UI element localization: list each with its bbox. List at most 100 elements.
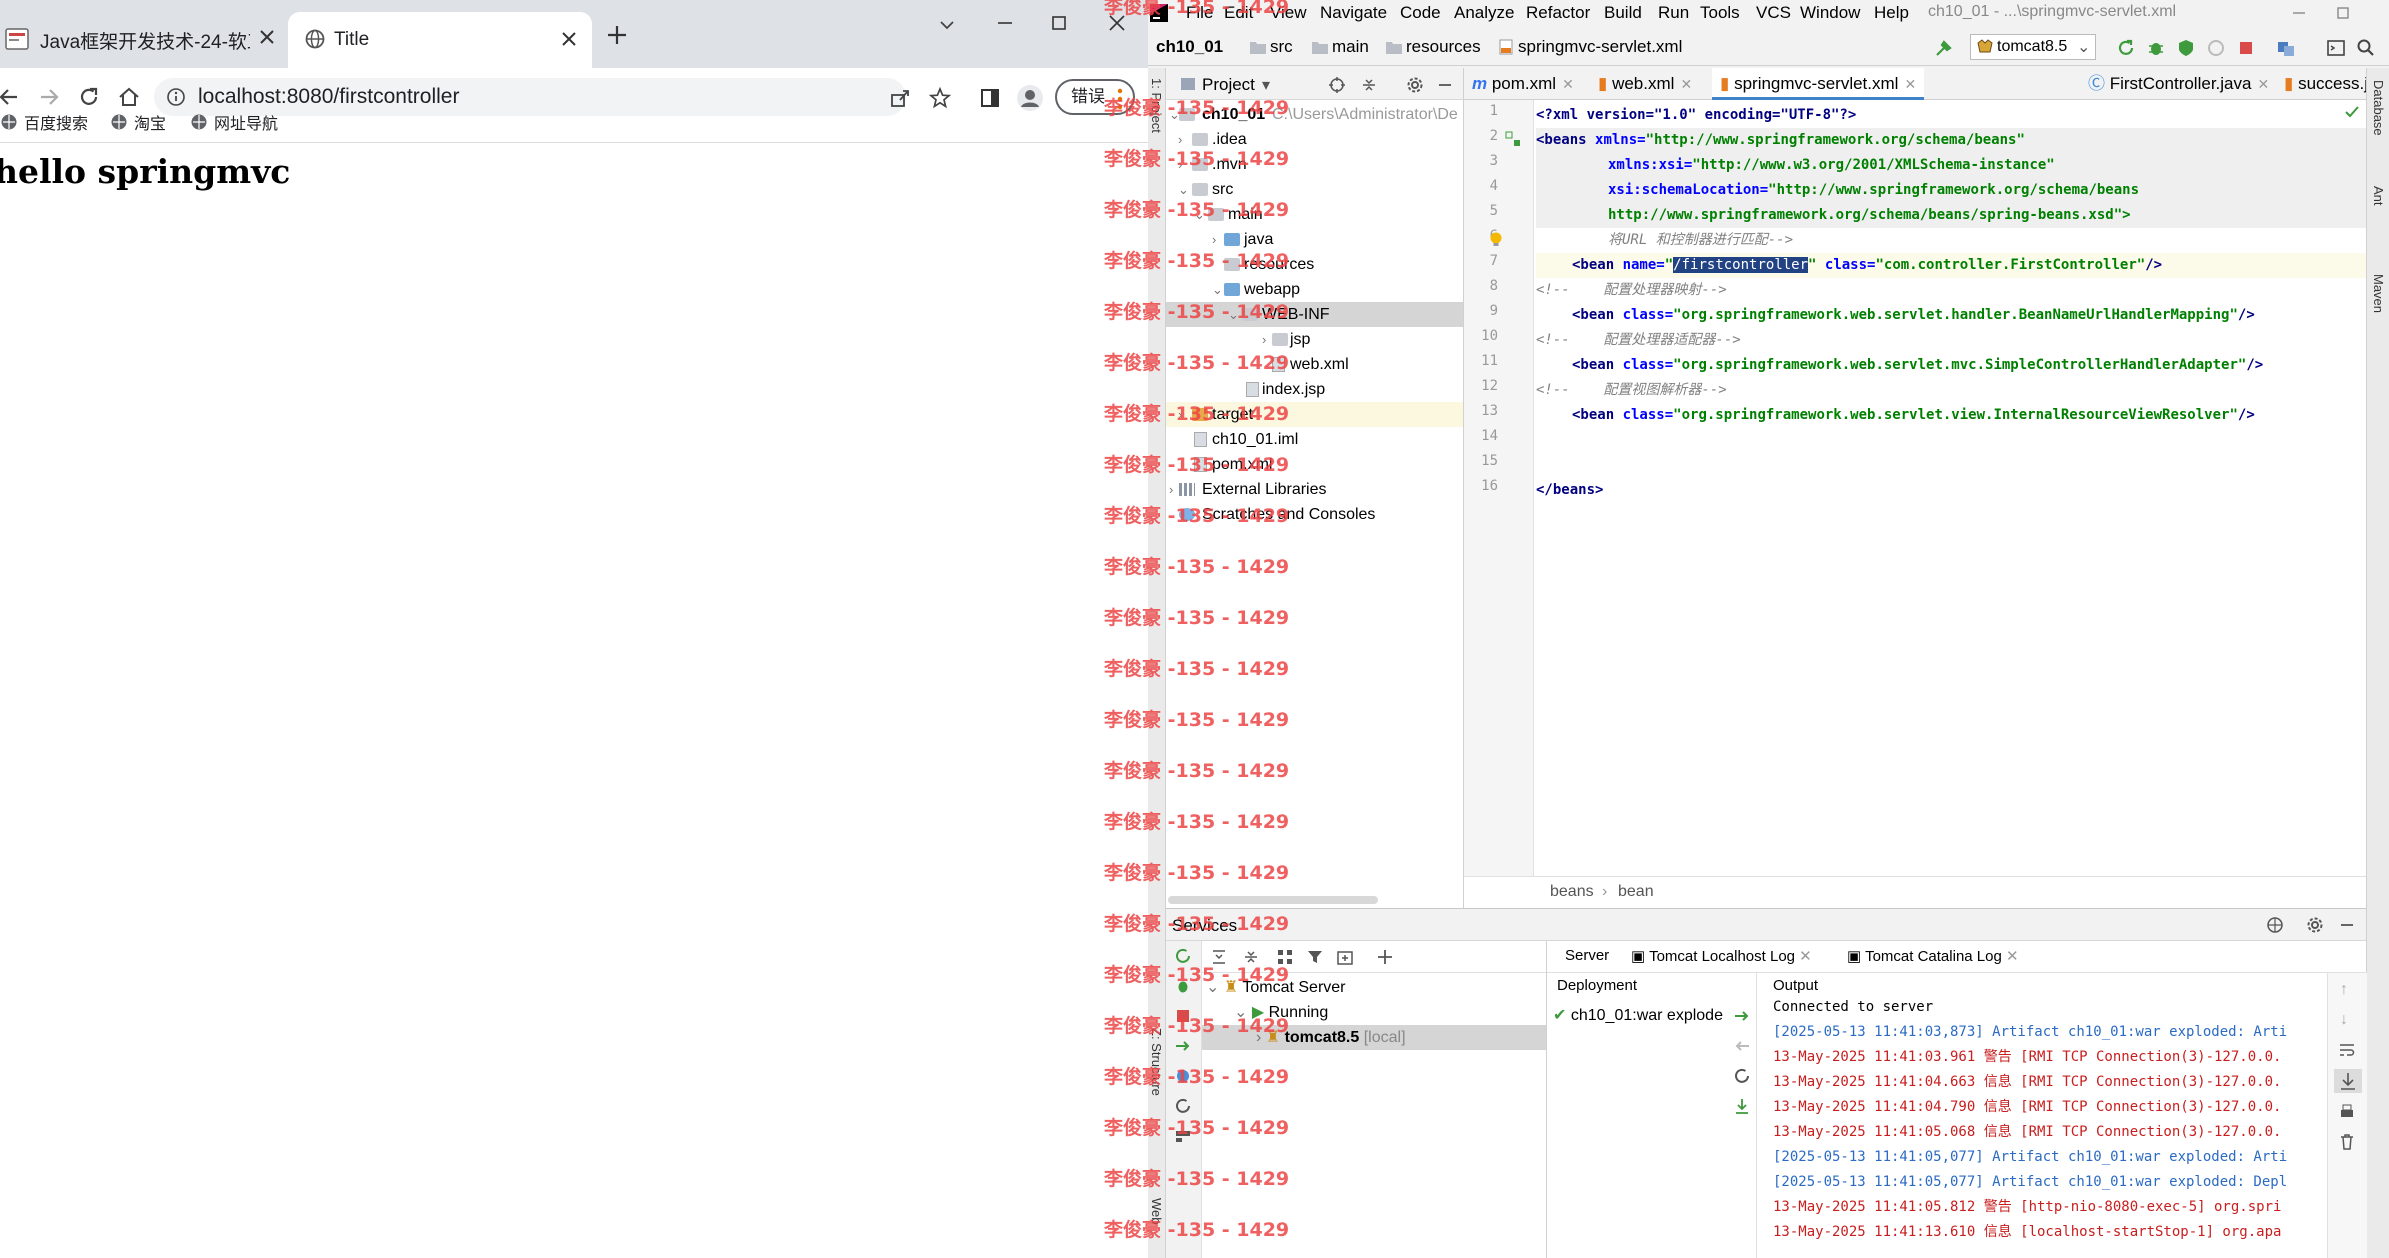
menu-file[interactable]: File xyxy=(1186,3,1213,23)
menu-dots-icon[interactable] xyxy=(1116,88,1124,110)
group-icon[interactable] xyxy=(1276,948,1294,966)
close-tab-icon[interactable]: ✕ xyxy=(1680,76,1692,92)
globe-icon[interactable] xyxy=(2266,916,2284,934)
profile-run-icon[interactable] xyxy=(2206,38,2226,58)
browser-tab-course[interactable]: Java框架开发技术-24-软工-3班 xyxy=(0,12,284,68)
tree-item-tomcat-server[interactable]: ⌄ ♜ Tomcat Server xyxy=(1206,975,1346,1000)
tree-item-external-libraries[interactable]: › External Libraries xyxy=(1166,477,1463,502)
expand-all-icon[interactable] xyxy=(1210,948,1228,966)
chevron-down-icon[interactable] xyxy=(936,14,958,36)
stop-icon[interactable] xyxy=(1174,1007,1192,1025)
rerun-icon[interactable] xyxy=(1174,947,1192,965)
deployment-item[interactable]: ✔ ch10_01:war explode xyxy=(1553,1005,1733,1025)
minimize-icon[interactable] xyxy=(2290,4,2308,22)
forward-arrow-icon[interactable] xyxy=(36,84,62,110)
tree-item-jsp[interactable]: › jsp xyxy=(1166,327,1463,352)
new-tab-icon[interactable] xyxy=(604,22,630,48)
lightbulb-icon[interactable] xyxy=(1488,231,1504,249)
undeploy-icon[interactable] xyxy=(1733,1037,1751,1055)
tab-catalina-log[interactable]: ▣ Tomcat Catalina Log ✕ xyxy=(1847,947,2019,965)
tree-item-pom[interactable]: pom.xml xyxy=(1166,452,1463,477)
close-tab-icon[interactable] xyxy=(558,28,580,50)
maximize-icon[interactable] xyxy=(2334,4,2352,22)
add-icon[interactable] xyxy=(1376,948,1394,966)
close-tab-icon[interactable]: ✕ xyxy=(1562,76,1574,92)
refresh-icon[interactable] xyxy=(1733,1067,1751,1085)
web-tool-tab[interactable]: Web xyxy=(1149,1198,1164,1225)
refresh-icon[interactable] xyxy=(1174,1097,1192,1115)
print-icon[interactable] xyxy=(2338,1103,2356,1121)
editor-tab-success-jsp[interactable]: ▮ success.jsp✕ xyxy=(2284,68,2366,100)
menu-navigate[interactable]: Navigate xyxy=(1320,3,1387,23)
arrow-up-icon[interactable]: ↑ xyxy=(2340,981,2348,999)
profile-avatar-icon[interactable] xyxy=(1016,84,1044,112)
deploy-icon[interactable] xyxy=(1174,1037,1192,1055)
editor-tab-controller[interactable]: Ⓒ FirstController.java ✕ xyxy=(2088,68,2269,100)
collapse-all-icon[interactable] xyxy=(1360,76,1378,94)
bookmark-taobao[interactable]: 淘宝 xyxy=(110,110,166,134)
arrow-down-icon[interactable]: ↓ xyxy=(2340,1011,2348,1029)
run-config-select[interactable]: tomcat8.5 ⌄ xyxy=(1970,34,2096,60)
tree-item-root[interactable]: ⌄ ch10_01 C:\Users\Administrator\De xyxy=(1166,102,1463,127)
menu-analyze[interactable]: Analyze xyxy=(1454,3,1514,23)
menu-help[interactable]: Help xyxy=(1874,3,1909,23)
tree-item-mvn[interactable]: › .mvn xyxy=(1166,152,1463,177)
structure-tool-tab[interactable]: Z: Structure xyxy=(1149,1028,1164,1096)
editor-tab-pom[interactable]: m pom.xml ✕ xyxy=(1472,68,1574,100)
tree-item-src[interactable]: ⌄ src xyxy=(1166,177,1463,202)
run-gutter-icon[interactable] xyxy=(1504,130,1522,148)
gear-icon[interactable] xyxy=(1406,76,1424,94)
menu-window[interactable]: Window xyxy=(1800,3,1860,23)
filter-icon[interactable] xyxy=(1306,948,1324,966)
back-arrow-icon[interactable] xyxy=(0,84,22,110)
tree-item-idea[interactable]: › .idea xyxy=(1166,127,1463,152)
editor-breadcrumb-bean[interactable]: bean xyxy=(1618,883,1654,901)
menu-vcs[interactable]: VCS xyxy=(1756,3,1791,23)
close-tab-icon[interactable]: ✕ xyxy=(2257,76,2269,92)
maximize-icon[interactable] xyxy=(1048,12,1070,34)
tree-item-target[interactable]: › target xyxy=(1166,402,1463,427)
browser-tab-title[interactable]: Title xyxy=(288,12,592,68)
download-icon[interactable] xyxy=(1733,1097,1751,1115)
maven-tool-tab[interactable]: Maven xyxy=(2371,274,2386,313)
share-node-icon[interactable] xyxy=(1174,1067,1192,1085)
hide-panel-icon[interactable] xyxy=(2338,916,2356,934)
project-panel-title[interactable]: Project xyxy=(1202,75,1255,95)
hammer-build-icon[interactable] xyxy=(1934,38,1954,58)
menu-tools[interactable]: Tools xyxy=(1700,3,1740,23)
menu-build[interactable]: Build xyxy=(1604,3,1642,23)
minimize-icon[interactable] xyxy=(994,12,1016,34)
debug-bug-icon[interactable] xyxy=(2146,38,2166,58)
stop-icon[interactable] xyxy=(2236,38,2256,58)
menu-view[interactable]: View xyxy=(1270,3,1307,23)
star-icon[interactable] xyxy=(928,86,952,110)
coverage-icon[interactable] xyxy=(2176,38,2196,58)
breadcrumb-project[interactable]: ch10_01 xyxy=(1156,37,1223,57)
tree-item-iml[interactable]: ch10_01.iml xyxy=(1166,427,1463,452)
tree-item-web-xml[interactable]: web.xml xyxy=(1166,352,1463,377)
search-icon[interactable] xyxy=(2356,38,2376,58)
reload-icon[interactable] xyxy=(76,84,102,110)
close-window-icon[interactable] xyxy=(1106,12,1128,34)
tree-item-tomcat85[interactable]: › ♜ tomcat8.5 [local] xyxy=(1202,1025,1546,1050)
layout-icon[interactable] xyxy=(1174,1127,1192,1145)
locate-icon[interactable] xyxy=(1328,76,1346,94)
tree-item-scratches[interactable]: Scratches and Consoles xyxy=(1166,502,1463,527)
side-panel-icon[interactable] xyxy=(978,86,1002,110)
tree-item-running[interactable]: ⌄ ▶ Running xyxy=(1234,1000,1328,1025)
share-icon[interactable] xyxy=(888,86,912,110)
close-tab-icon[interactable]: ✕ xyxy=(1795,948,1812,965)
info-icon[interactable] xyxy=(166,87,186,107)
breadcrumb-main[interactable]: main xyxy=(1312,37,1369,57)
bookmark-baidu[interactable]: 百度搜索 xyxy=(0,110,88,134)
soft-wrap-icon[interactable] xyxy=(2338,1041,2356,1059)
database-tool-tab[interactable]: Database xyxy=(2371,80,2386,136)
code-content[interactable]: <?xml version="1.0" encoding="UTF-8"?> <… xyxy=(1536,100,2366,908)
project-structure-icon[interactable] xyxy=(2276,38,2296,58)
project-tool-tab[interactable]: 1: Project xyxy=(1149,78,1164,133)
deploy-icon[interactable] xyxy=(1733,1007,1751,1025)
home-icon[interactable] xyxy=(116,84,142,110)
tab-localhost-log[interactable]: ▣ Tomcat Localhost Log ✕ xyxy=(1631,947,1812,965)
menu-run[interactable]: Run xyxy=(1658,3,1689,23)
hide-panel-icon[interactable] xyxy=(1436,76,1454,94)
